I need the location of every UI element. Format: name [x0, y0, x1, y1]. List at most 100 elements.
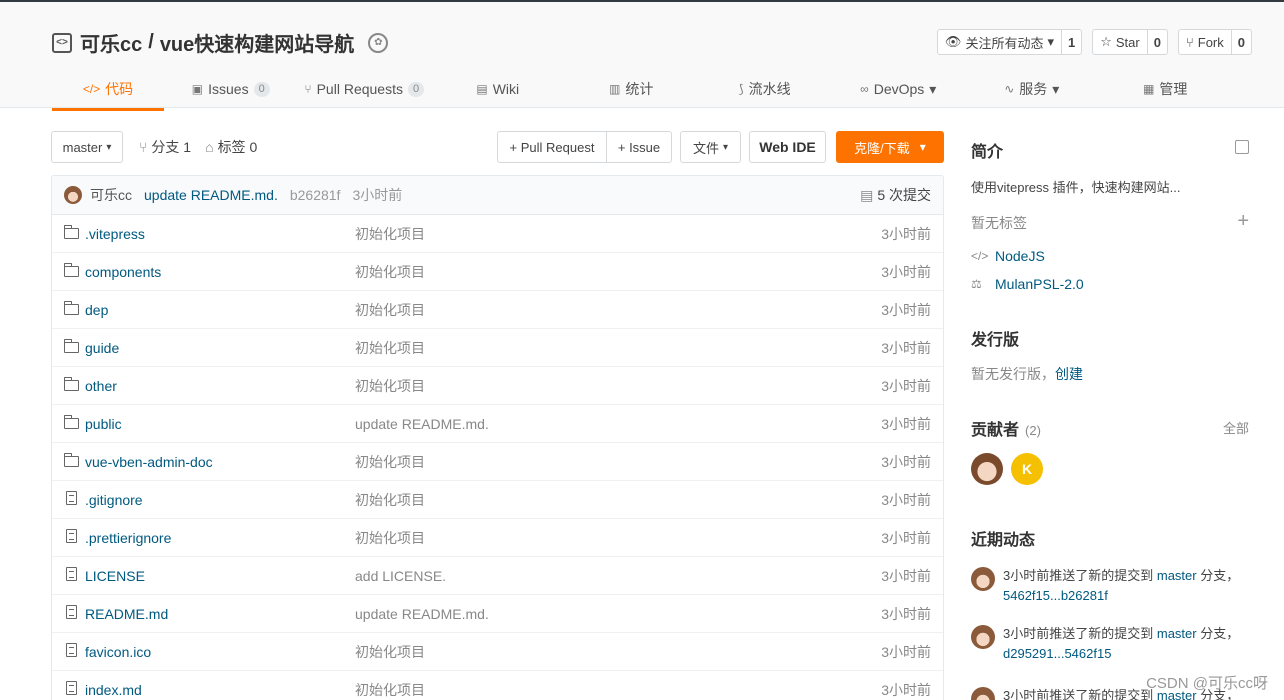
file-commit-link[interactable]: update README.md.	[355, 606, 881, 622]
branch-info: ⑂ 分支 1 ⌂ 标签 0	[139, 131, 257, 163]
create-release-link[interactable]: 创建	[1055, 366, 1083, 382]
activity-branch-link[interactable]: master	[1157, 568, 1197, 583]
repo-header: <> 可乐cc / vue快速构建网站导航 ✿ 👁 关注所有动态 ▾ 1 ☆ Star…	[0, 0, 1284, 111]
clone-download-button[interactable]: 克隆/下载 ▾	[836, 131, 944, 163]
file-name-link[interactable]: dep	[85, 302, 355, 318]
avatar[interactable]	[971, 687, 995, 700]
activity-range-link[interactable]: d295291...5462f15	[1003, 646, 1111, 661]
file-commit-link[interactable]: 初始化项目	[355, 376, 881, 396]
file-commit-link[interactable]: 初始化项目	[355, 490, 881, 510]
file-menu-button[interactable]: 文件 ▾	[680, 131, 741, 163]
table-row[interactable]: favicon.ico 初始化项目 3小时前	[52, 633, 943, 671]
file-commit-link[interactable]: 初始化项目	[355, 642, 881, 662]
file-name-link[interactable]: other	[85, 378, 355, 394]
activity-range-link[interactable]: 5462f15...b26281f	[1003, 588, 1108, 603]
file-commit-link[interactable]: add LICENSE.	[355, 568, 881, 584]
file-name-link[interactable]: favicon.ico	[85, 644, 355, 660]
verified-badge-icon[interactable]: ✿	[368, 32, 389, 53]
file-name-link[interactable]: index.md	[85, 682, 355, 698]
file-name-link[interactable]: README.md	[85, 606, 355, 622]
branch-select[interactable]: master ▾	[51, 131, 123, 163]
table-row[interactable]: .prettierignore 初始化项目 3小时前	[52, 519, 943, 557]
repo-title: <> 可乐cc / vue快速构建网站导航 ✿	[52, 28, 389, 57]
new-pull-request-button[interactable]: + Pull Request	[497, 131, 607, 163]
branches-link[interactable]: ⑂ 分支 1	[139, 137, 191, 157]
table-row[interactable]: dep 初始化项目 3小时前	[52, 291, 943, 329]
tab-pr-label: Pull Requests	[316, 81, 403, 97]
tab-pull-requests[interactable]: ⑂ Pull Requests 0	[298, 68, 432, 110]
tab-issues-label: Issues	[208, 81, 249, 97]
web-ide-button[interactable]: Web IDE	[749, 131, 826, 163]
license-link[interactable]: MulanPSL-2.0	[995, 276, 1084, 292]
avatar[interactable]	[971, 567, 995, 591]
tab-devops[interactable]: ∞ DevOps ▾	[832, 68, 966, 110]
activity-label: 3小时前推送了新的提交到	[1003, 626, 1154, 641]
file-name-link[interactable]: components	[85, 264, 355, 280]
activity-branch-link[interactable]: master	[1157, 626, 1197, 641]
chevron-down-icon: ▾	[929, 80, 937, 97]
file-time: 3小时前	[881, 415, 931, 432]
watch-count: 1	[1067, 34, 1076, 50]
tab-stats[interactable]: ▥ 统计	[565, 68, 699, 110]
tab-manage-label: 管理	[1159, 81, 1188, 97]
file-name-link[interactable]: vue-vben-admin-doc	[85, 454, 355, 470]
file-commit-link[interactable]: update README.md.	[355, 416, 881, 432]
table-row[interactable]: .gitignore 初始化项目 3小时前	[52, 481, 943, 519]
star-count: 0	[1153, 34, 1161, 50]
table-row[interactable]: .vitepress 初始化项目 3小时前	[52, 215, 943, 253]
table-row[interactable]: components 初始化项目 3小时前	[52, 253, 943, 291]
file-commit-link[interactable]: 初始化项目	[355, 224, 881, 244]
tab-issues[interactable]: ▣ Issues 0	[164, 68, 298, 110]
tab-manage[interactable]: ▦ 管理	[1099, 68, 1233, 110]
file-commit-link[interactable]: 初始化项目	[355, 300, 881, 320]
all-contributors-link[interactable]: 全部	[1223, 418, 1249, 437]
table-row[interactable]: guide 初始化项目 3小时前	[52, 329, 943, 367]
table-row[interactable]: vue-vben-admin-doc 初始化项目 3小时前	[52, 443, 943, 481]
file-icon	[64, 491, 80, 508]
file-name-link[interactable]: .vitepress	[85, 226, 355, 242]
file-commit-link[interactable]: 初始化项目	[355, 680, 881, 700]
commit-message-link[interactable]: update README.md.	[144, 187, 278, 203]
table-row[interactable]: README.md update README.md. 3小时前	[52, 595, 943, 633]
new-issue-button[interactable]: + Issue	[606, 131, 672, 163]
file-commit-link[interactable]: 初始化项目	[355, 338, 881, 358]
commit-hash-link[interactable]: b26281f	[290, 187, 341, 203]
tab-wiki[interactable]: ▤ Wiki	[431, 68, 565, 110]
file-commit-link[interactable]: 初始化项目	[355, 452, 881, 472]
commit-author-link[interactable]: 可乐cc	[90, 185, 132, 205]
file-name-link[interactable]: public	[85, 416, 355, 432]
tab-services[interactable]: ∿ 服务 ▾	[965, 68, 1099, 110]
pipeline-icon: ⟆	[738, 82, 744, 96]
file-name-link[interactable]: guide	[85, 340, 355, 356]
file-name-link[interactable]: LICENSE	[85, 568, 355, 584]
fork-button[interactable]: ⑂ Fork 0	[1177, 29, 1252, 55]
file-name-link[interactable]: .prettierignore	[85, 530, 355, 546]
tag-icon: ⌂	[205, 139, 214, 155]
tab-pipeline[interactable]: ⟆ 流水线	[698, 68, 832, 110]
repo-owner-link[interactable]: 可乐cc	[80, 28, 142, 57]
contributors-list: K	[971, 453, 1043, 485]
file-time: 3小时前	[881, 339, 931, 356]
contributors-title: 贡献者	[971, 422, 1020, 439]
file-commit-link[interactable]: 初始化项目	[355, 262, 881, 282]
table-row[interactable]: other 初始化项目 3小时前	[52, 367, 943, 405]
file-commit-link[interactable]: 初始化项目	[355, 528, 881, 548]
avatar[interactable]: K	[1011, 453, 1043, 485]
add-tag-icon[interactable]: +	[1237, 210, 1249, 233]
table-row[interactable]: LICENSE add LICENSE. 3小时前	[52, 557, 943, 595]
watch-button[interactable]: 👁 关注所有动态 ▾ 1	[936, 29, 1083, 55]
avatar[interactable]	[971, 625, 995, 649]
avatar[interactable]	[64, 186, 82, 204]
table-row[interactable]: public update README.md. 3小时前	[52, 405, 943, 443]
language-link[interactable]: NodeJS	[995, 248, 1045, 264]
book-icon: ▤	[476, 82, 488, 96]
table-row[interactable]: index.md 初始化项目 3小时前	[52, 671, 943, 700]
tags-link[interactable]: ⌂ 标签 0	[205, 137, 257, 157]
repo-name-link[interactable]: vue快速构建网站导航	[160, 28, 354, 57]
file-name-link[interactable]: .gitignore	[85, 492, 355, 508]
avatar[interactable]	[971, 453, 1003, 485]
edit-icon[interactable]	[1235, 140, 1249, 154]
tab-code[interactable]: </> 代码	[52, 68, 164, 111]
commit-count-link[interactable]: ▤ 5 次提交	[860, 185, 931, 205]
star-button[interactable]: ☆ Star 0	[1092, 29, 1168, 55]
